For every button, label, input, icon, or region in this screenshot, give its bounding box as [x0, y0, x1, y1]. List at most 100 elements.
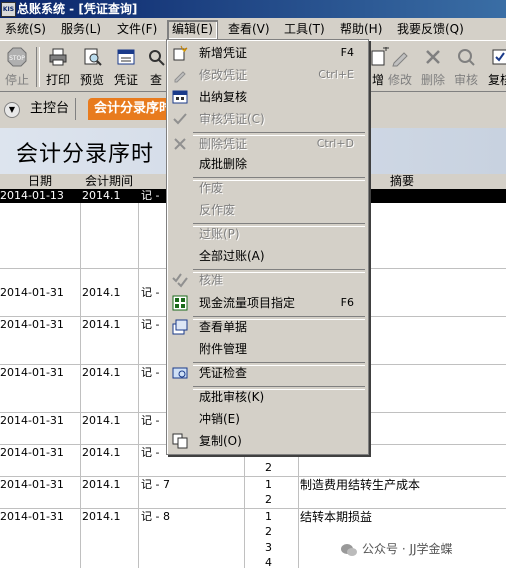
approve-icon [172, 273, 188, 288]
menu-bar: 系统(S) 服务(L) 文件(F) 编辑(E) 查看(V) 工具(T) 帮助(H… [0, 18, 506, 40]
cell-entry-number: 2 [265, 493, 272, 506]
menu-item-batch-delete[interactable]: 成批删除 [167, 153, 368, 175]
menu-tools[interactable]: 工具(T) [280, 21, 329, 37]
menu-item-copy[interactable]: 复制(O) [167, 430, 368, 452]
menu-item-approve[interactable]: 核准 [167, 269, 368, 291]
menu-help[interactable]: 帮助(H) [336, 21, 386, 37]
search-button[interactable]: 查 [146, 45, 166, 89]
cell-entry-number: 3 [265, 541, 272, 554]
new-voucher-icon [173, 45, 188, 61]
search-icon [149, 50, 165, 66]
edit-menu-dropdown: 新增凭证 F4 修改凭证 Ctrl+E 出纳复核 审核凭证(C) 删除凭证 Ctrl+… [166, 39, 369, 455]
cell-voucher: 记 - [141, 318, 160, 331]
audit-button[interactable]: 审核 [450, 45, 482, 89]
pencil-icon [392, 52, 408, 67]
toolbar-separator [36, 47, 40, 87]
cell-entry-number: 2 [265, 525, 272, 538]
cell-summary: 结转本期损益 [300, 510, 373, 524]
menu-item-view-document[interactable]: 查看单据 [167, 316, 368, 338]
menu-item-post[interactable]: 过账(P) [167, 223, 368, 245]
svg-text:STOP: STOP [9, 55, 25, 62]
cell-summary: 制造费用结转生产成本 [300, 478, 421, 492]
menu-item-delete-voucher[interactable]: 删除凭证 Ctrl+D [167, 133, 368, 155]
delete-icon [174, 138, 186, 150]
cell-voucher: 记 - [141, 189, 160, 202]
delete-button[interactable]: 删除 [417, 45, 449, 89]
menu-item-voucher-check[interactable]: 凭证检查 [167, 362, 368, 384]
review-button[interactable]: 复核 [484, 45, 506, 89]
menu-item-attachment[interactable]: 附件管理 [167, 338, 368, 360]
cell-entry-number: 1 [265, 478, 272, 491]
column-header-period[interactable]: 会计期间 [80, 174, 139, 190]
cell-period: 2014.1 [82, 414, 121, 427]
delete-x-icon [426, 50, 440, 64]
cell-voucher: 记 - [141, 366, 160, 379]
voucher-check-icon [172, 367, 188, 379]
cell-entry-number: 1 [265, 510, 272, 523]
cashier-review-icon [172, 90, 188, 104]
cell-date: 2014-01-31 [0, 414, 64, 427]
menu-item-batch-audit[interactable]: 成批审核(K) [167, 386, 368, 408]
menu-view[interactable]: 查看(V) [224, 21, 274, 37]
cell-period: 2014.1 [82, 286, 121, 299]
voucher-button[interactable]: 凭证 [110, 45, 142, 89]
modify-button[interactable]: 修改 [384, 45, 416, 89]
cell-date: 2014-01-31 [0, 286, 64, 299]
preview-button[interactable]: 预览 [76, 45, 108, 89]
cell-period: 2014.1 [82, 189, 121, 202]
print-button[interactable]: 打印 [42, 45, 74, 89]
menu-item-unvoid[interactable]: 反作废 [167, 199, 368, 221]
print-preview-icon [84, 48, 102, 66]
cell-period: 2014.1 [82, 510, 121, 523]
cell-voucher: 记 - 8 [141, 510, 170, 523]
window-title: 总账系统 - [凭证查询] [17, 2, 138, 16]
stop-button[interactable]: STOP 停止 [2, 45, 32, 89]
menu-feedback[interactable]: 我要反馈(Q) [393, 21, 468, 37]
cell-period: 2014.1 [82, 478, 121, 491]
grid-line [0, 476, 506, 477]
grid-line [0, 508, 506, 509]
menu-item-audit-voucher[interactable]: 审核凭证(C) [167, 108, 368, 130]
menu-edit[interactable]: 编辑(E) [167, 20, 218, 40]
cell-voucher: 记 - [141, 286, 160, 299]
audit-icon [458, 49, 475, 66]
menu-item-cashier-review[interactable]: 出纳复核 [167, 86, 368, 108]
menu-service[interactable]: 服务(L) [57, 21, 105, 37]
tab-console[interactable]: 主控台 [24, 98, 77, 120]
cell-date: 2014-01-31 [0, 446, 64, 459]
menu-item-void[interactable]: 作废 [167, 177, 368, 199]
menu-item-reverse[interactable]: 冲销(E) [167, 408, 368, 430]
edit-voucher-icon [174, 71, 186, 83]
cell-period: 2014.1 [82, 318, 121, 331]
audit-voucher-icon [173, 113, 187, 125]
grid-line [80, 189, 81, 568]
review-icon [492, 49, 506, 65]
voucher-icon [117, 49, 135, 65]
menu-item-edit-voucher[interactable]: 修改凭证 Ctrl+E [167, 64, 368, 86]
cell-voucher: 记 - [141, 446, 160, 459]
menu-item-post-all[interactable]: 全部过账(A) [167, 245, 368, 267]
cell-date: 2014-01-31 [0, 478, 64, 491]
cell-date: 2014-01-31 [0, 510, 64, 523]
column-header-date[interactable]: 日期 [0, 174, 81, 190]
stop-icon: STOP [7, 47, 27, 67]
menu-file[interactable]: 文件(F) [113, 21, 161, 37]
printer-icon [49, 48, 67, 66]
title-bar: KIS 总账系统 - [凭证查询] [0, 0, 506, 18]
wechat-icon [341, 543, 357, 556]
cell-entry-number: 2 [265, 461, 272, 474]
menu-item-cashflow[interactable]: 现金流量项目指定 F6 [167, 292, 368, 314]
grid-line [138, 189, 139, 568]
cell-date: 2014-01-31 [0, 366, 64, 379]
menu-item-new-voucher[interactable]: 新增凭证 F4 [167, 42, 368, 64]
menu-system[interactable]: 系统(S) [1, 21, 50, 37]
cell-period: 2014.1 [82, 446, 121, 459]
cell-period: 2014.1 [82, 366, 121, 379]
cell-date: 2014-01-31 [0, 318, 64, 331]
copy-icon [172, 433, 188, 449]
tab-journal[interactable]: 会计分录序时 [88, 98, 179, 120]
app-logo-icon: KIS [1, 2, 16, 17]
page-title: 会计分录序时 [16, 142, 155, 167]
chevron-down-icon[interactable]: ▼ [4, 102, 20, 118]
watermark: 公众号 · JJ学金蝶 [340, 538, 453, 560]
